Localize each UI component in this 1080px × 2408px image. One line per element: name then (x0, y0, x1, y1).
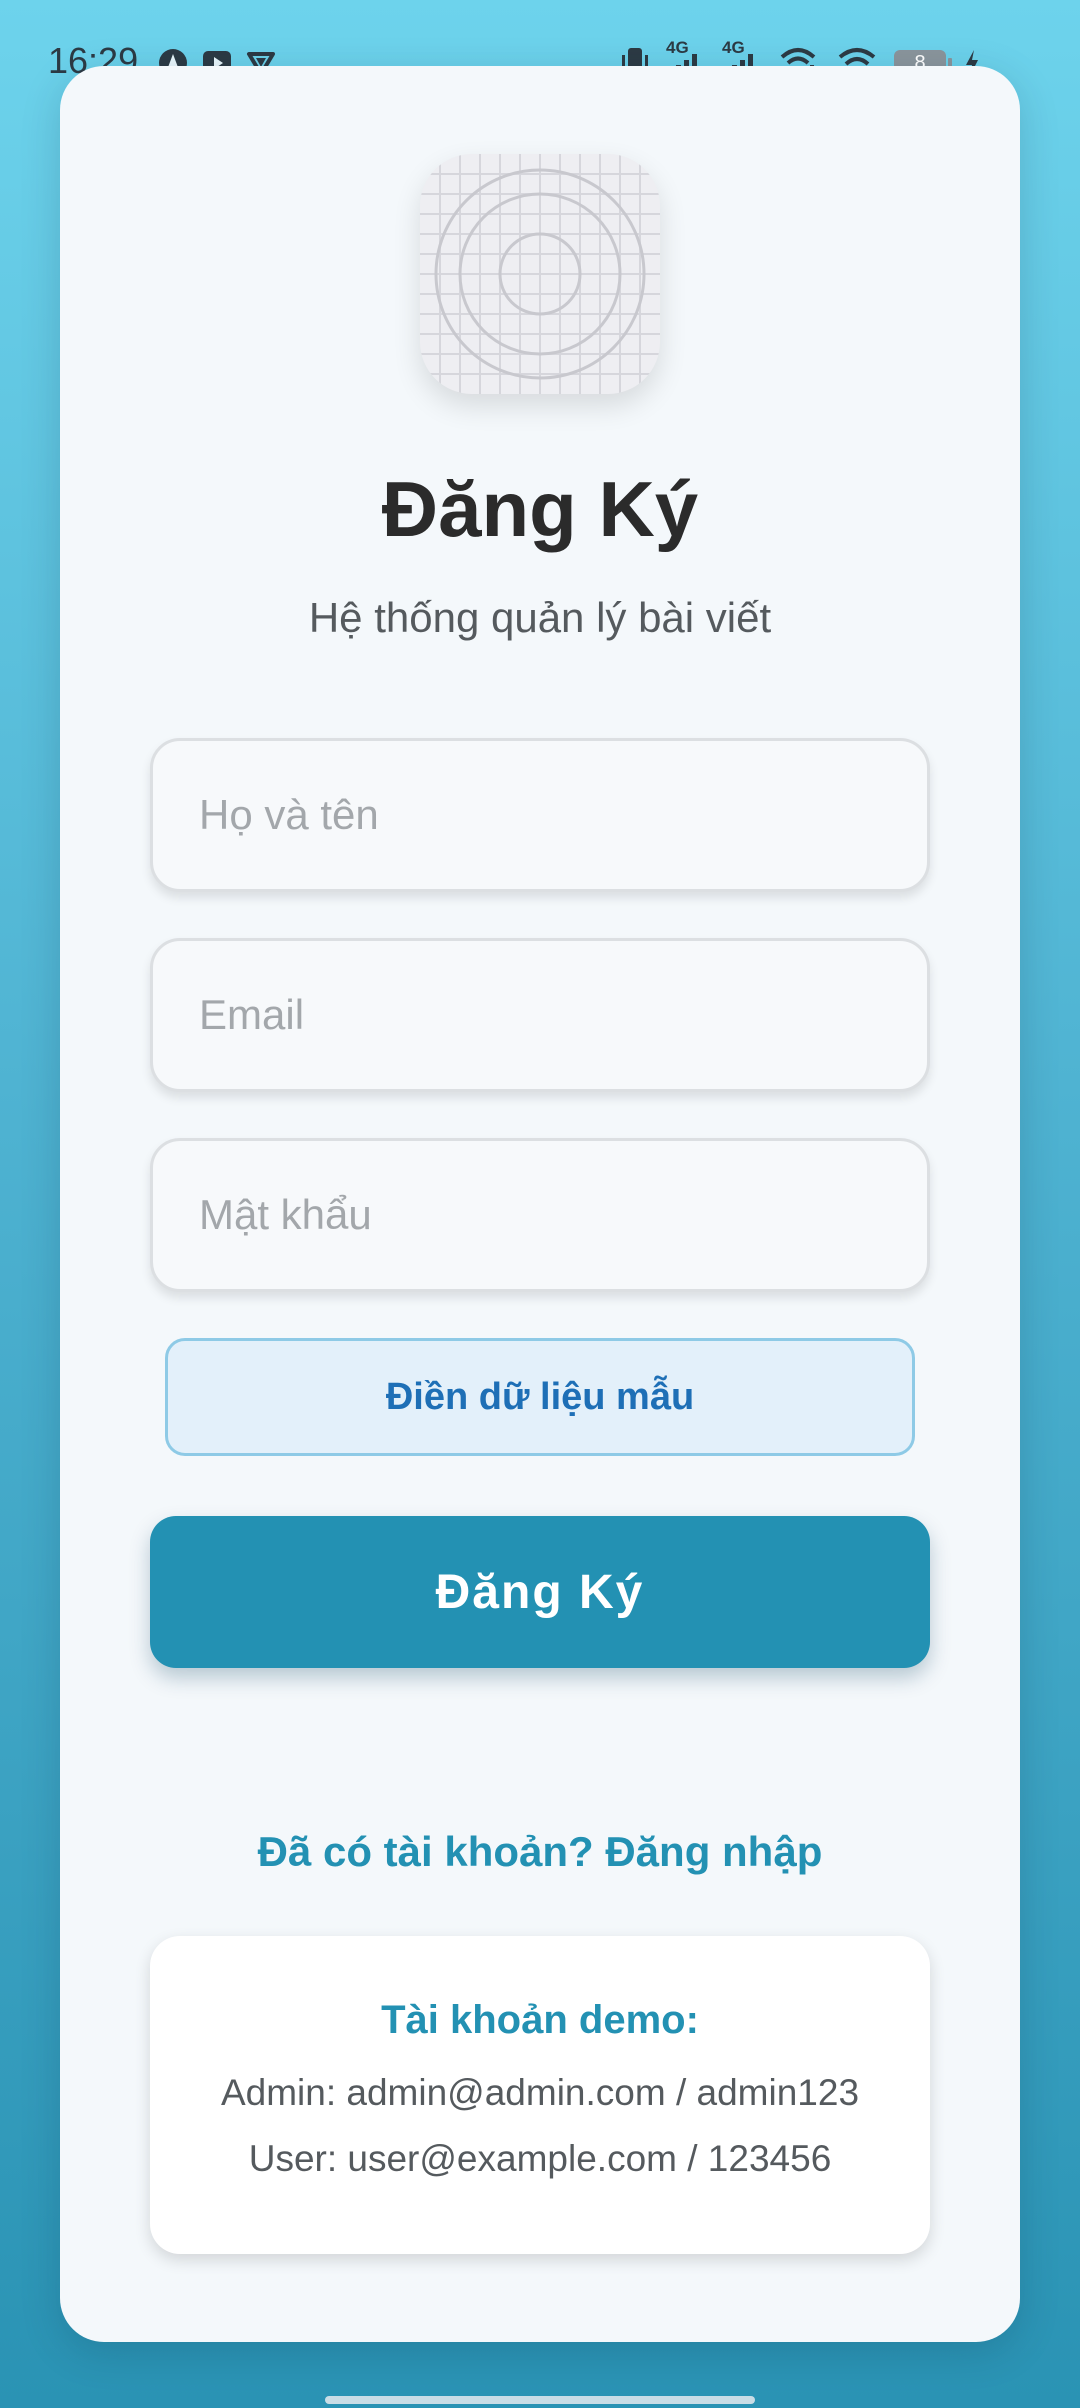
page-subtitle: Hệ thống quản lý bài viết (308, 594, 772, 641)
full-name-placeholder: Họ và tên (199, 791, 379, 838)
email-input[interactable]: Email (150, 938, 930, 1092)
full-name-input[interactable]: Họ và tên (150, 738, 930, 892)
register-card: Đăng Ký Hệ thống quản lý bài viết Họ và … (60, 66, 1020, 2342)
login-link[interactable]: Đã có tài khoản? Đăng nhập (60, 1828, 1020, 1876)
demo-accounts-title: Tài khoản demo: (381, 1998, 699, 2042)
fill-sample-data-button[interactable]: Điền dữ liệu mẫu (165, 1338, 915, 1456)
register-button[interactable]: Đăng Ký (150, 1516, 930, 1668)
app-placeholder-icon (420, 154, 660, 394)
email-placeholder: Email (199, 991, 305, 1038)
password-input[interactable]: Mật khẩu (150, 1138, 930, 1292)
page-title: Đăng Ký (381, 465, 699, 553)
password-placeholder: Mật khẩu (199, 1191, 372, 1238)
demo-user-credentials: User: user@example.com / 123456 (248, 2138, 832, 2179)
demo-admin-credentials: Admin: admin@admin.com / admin123 (220, 2072, 860, 2113)
home-indicator[interactable] (325, 2396, 755, 2404)
demo-accounts-box: Tài khoản demo: Admin: admin@admin.com /… (150, 1936, 930, 2254)
